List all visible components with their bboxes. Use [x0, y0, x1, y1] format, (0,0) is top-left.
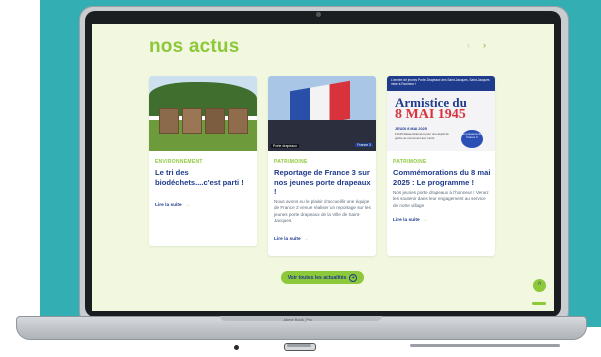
france3-badge: France 3 — [355, 143, 373, 147]
carousel-prev-icon[interactable]: ‹ — [467, 40, 470, 50]
news-card[interactable]: L'armée de jeunes Porte-Drapeaux des Sai… — [387, 76, 495, 256]
arrow-right-icon: → — [422, 218, 428, 223]
card-title[interactable]: Le tri des biodéchets....c'est parti ! — [155, 168, 253, 187]
card-category: PATRIMOINE — [274, 159, 308, 165]
poster-line-2: 8 MAI 1945 — [395, 107, 466, 122]
webcam-icon — [316, 12, 321, 17]
news-image-flag-bearers: Porte drapeaux France 3 — [268, 76, 376, 151]
card-category: PATRIMOINE — [393, 159, 427, 165]
news-image-compost-bins — [149, 76, 257, 151]
card-excerpt: Nous avons eu le plaisir d'accueillir un… — [274, 199, 371, 224]
laptop-slot — [410, 344, 560, 347]
all-news-button[interactable]: Voir toutes les actualités + — [281, 271, 364, 284]
all-news-label: Voir toutes les actualités — [287, 274, 347, 281]
read-more-label: Lire la suite — [274, 237, 301, 242]
poster-date: JEUDI 8 MAI 2025 — [395, 127, 427, 131]
scroll-top-button[interactable]: ^ — [533, 279, 546, 292]
news-card[interactable]: Porte drapeaux France 3 PATRIMOINE Repor… — [268, 76, 376, 256]
read-more-label: Lire la suite — [393, 218, 420, 223]
read-more-label: Lire la suite — [155, 203, 182, 208]
website-screen: nos actus ‹ › ENVIRONNEMENT Le tri des b… — [92, 24, 554, 311]
plus-circle-icon: + — [349, 273, 358, 282]
trackpad-notch-inner — [287, 344, 311, 347]
section-title: nos actus — [149, 36, 240, 57]
news-image-armistice-poster: L'armée de jeunes Porte-Drapeaux des Sai… — [387, 76, 495, 151]
read-more-link[interactable]: Lire la suite → — [155, 203, 189, 208]
card-excerpt: Nos jeunes porte drapeaux à l'honneur ! … — [393, 190, 489, 208]
card-title[interactable]: Reportage de France 3 sur nos jeunes por… — [274, 168, 372, 197]
image-caption: Porte drapeaux — [271, 144, 299, 148]
power-led-icon — [234, 345, 239, 350]
poster-header-text: L'armée de jeunes Porte-Drapeaux des Sai… — [391, 78, 490, 86]
poster-badge: En présence de France 3 — [461, 130, 483, 148]
news-card[interactable]: ENVIRONNEMENT Le tri des biodéchets....c… — [149, 76, 257, 246]
card-category: ENVIRONNEMENT — [155, 159, 203, 165]
arrow-right-icon: → — [303, 237, 309, 242]
chevron-up-icon: ^ — [537, 282, 542, 289]
poster-note: 11h15 Rassemblement pour une dépôt de ge… — [395, 132, 449, 140]
decorative-strip — [532, 302, 546, 305]
card-title[interactable]: Commémorations du 8 mai 2025 : Le progra… — [393, 168, 491, 187]
read-more-link[interactable]: Lire la suite → — [274, 237, 308, 242]
read-more-link[interactable]: Lire la suite → — [393, 218, 427, 223]
laptop-brand: Jaime Book_Pro — [283, 317, 313, 322]
arrow-right-icon: → — [184, 203, 190, 208]
carousel-next-icon[interactable]: › — [483, 40, 486, 50]
